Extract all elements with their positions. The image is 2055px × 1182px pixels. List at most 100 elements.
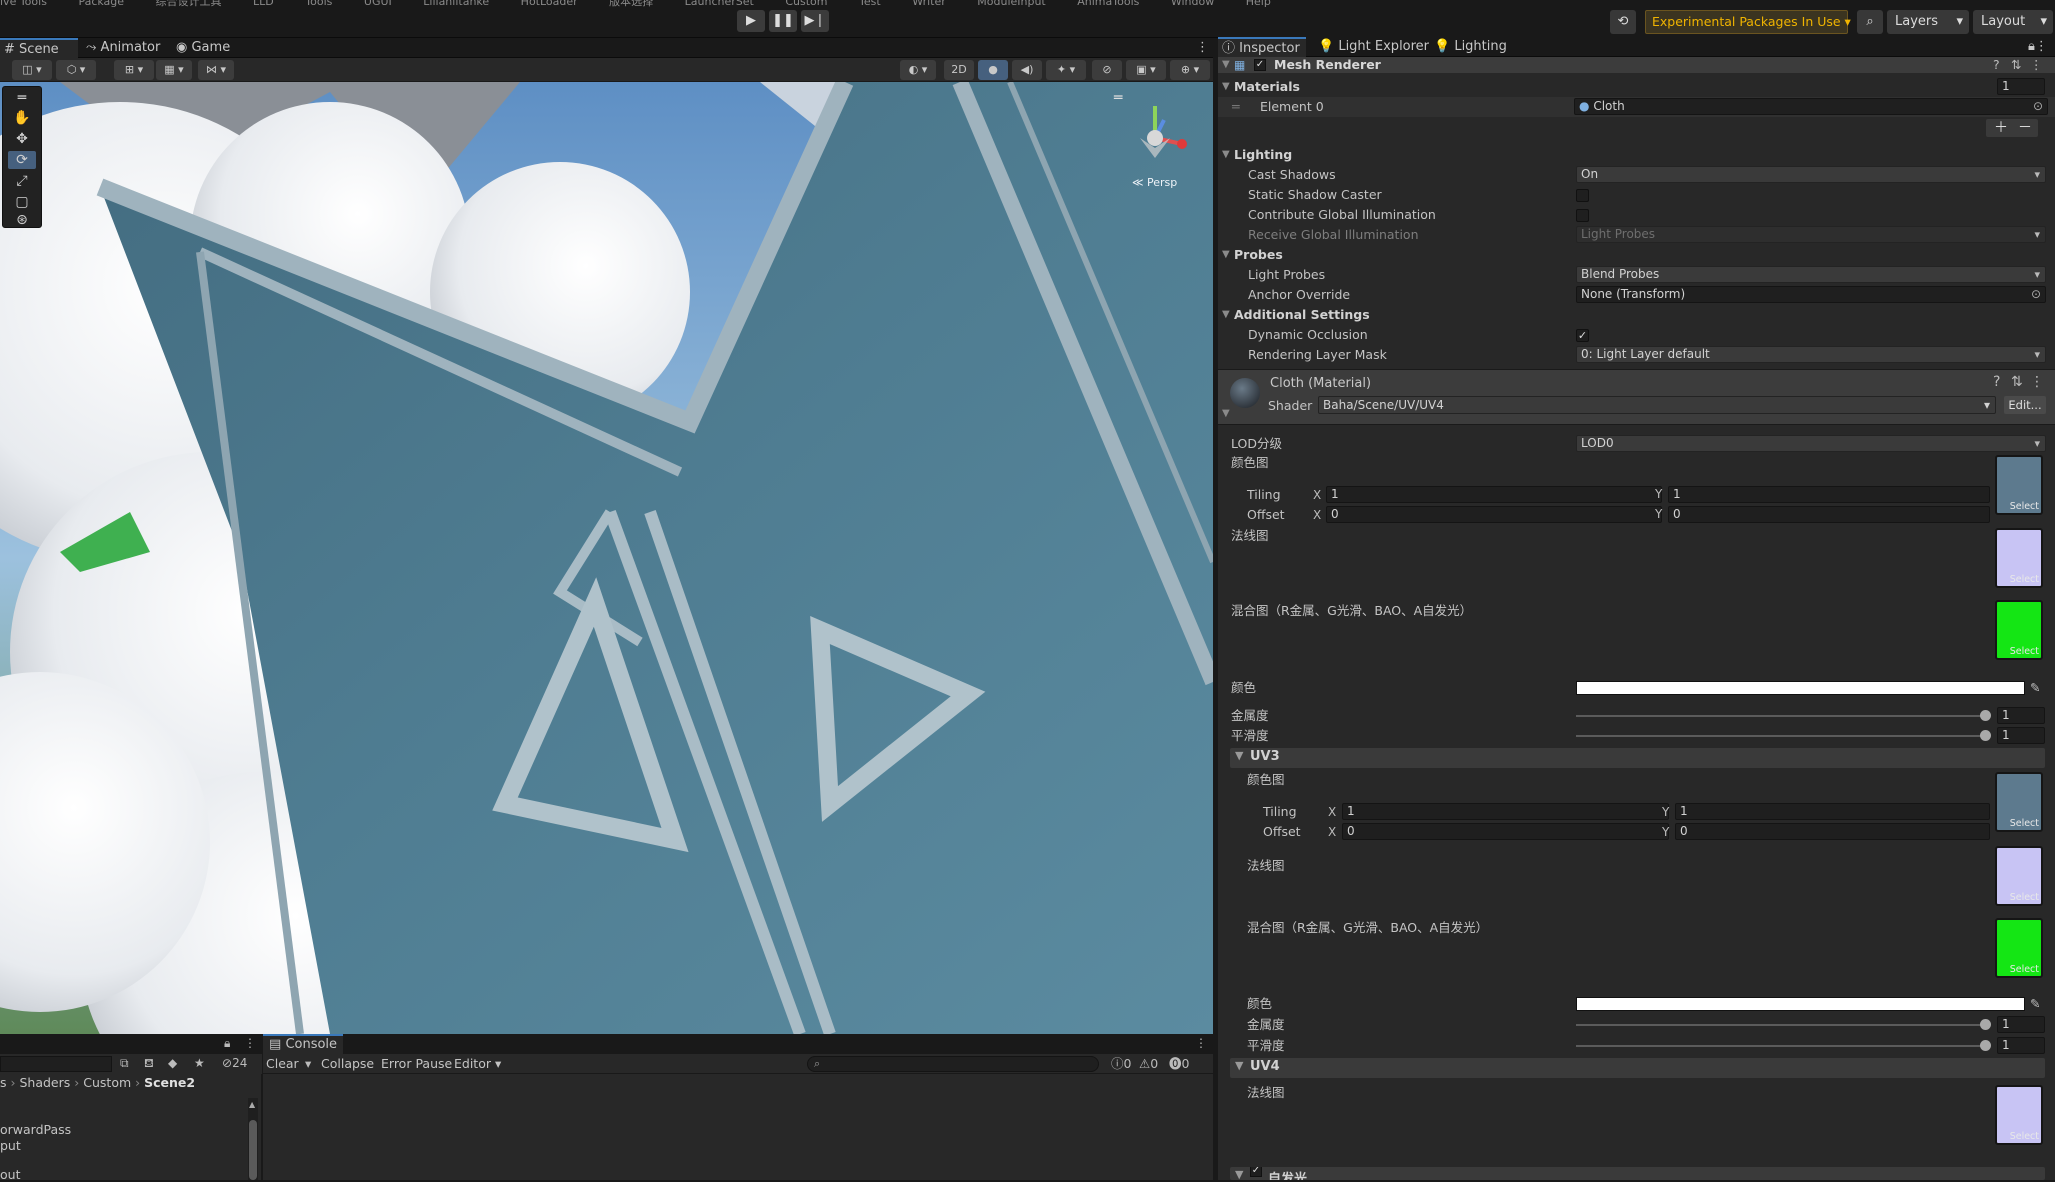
reorder-handle-icon[interactable]: ═ [1232,97,1240,117]
eyedropper-icon[interactable]: ✎ [2030,678,2040,698]
experimental-packages-dropdown[interactable]: Experimental Packages In Use ▾ [1645,10,1851,34]
lock-icon[interactable]: 🔒︎⋮ [2024,37,2054,57]
history-icon[interactable]: ⟲ [1610,10,1636,34]
grid-toggle[interactable]: ▦ ▾ [156,60,192,80]
tiling-x-field[interactable]: 1 [1326,486,1662,503]
menu-item[interactable]: Test [859,0,881,8]
hand-tool-icon[interactable]: ✋ [8,109,36,127]
uv3-section-header[interactable]: ▼ UV3 [1230,748,2045,768]
list-item[interactable]: put [0,1138,21,1153]
foldout-arrow-icon[interactable]: ▼ [1235,1059,1243,1072]
light-probes-dropdown[interactable]: Blend Probes [1576,266,2046,283]
play-button[interactable]: ▶ [737,10,765,32]
uv4-normal-map-texture-slot[interactable]: Select [1995,1085,2043,1145]
add-icon[interactable]: ＋ [1994,119,2008,137]
log-toggle[interactable]: ⓘ0 [1111,1054,1131,1074]
eyedropper-icon[interactable]: ✎ [2030,994,2040,1014]
menu-item[interactable]: Help [1246,0,1271,8]
normal-map-texture-slot[interactable]: Select [1995,528,2043,588]
editor-dropdown[interactable]: Editor ▾ [454,1054,501,1074]
object-picker-icon[interactable]: ⊙ [2033,99,2043,114]
menu-item[interactable]: Tools [305,0,332,8]
list-item[interactable]: orwardPass [0,1122,71,1137]
mix-map-texture-slot[interactable]: Select [1995,600,2043,660]
emission-checkbox[interactable]: ✓ [1250,1167,1262,1177]
scrollbar[interactable]: ▲ [248,1098,258,1180]
more-options-icon[interactable]: ⋮ [1195,1036,1207,1050]
drag-handle-icon[interactable]: ═ [8,89,36,107]
cast-shadows-dropdown[interactable]: On [1576,166,2046,183]
offset-x-field[interactable]: 0 [1326,506,1662,523]
component-menu-icon[interactable]: ⋮ [2030,57,2043,73]
tab-light-explorer[interactable]: 💡 Light Explorer [1314,37,1429,57]
warning-toggle[interactable]: ⚠0 [1139,1054,1158,1074]
mesh-renderer-header[interactable]: ▼ ▦ ✓ Mesh Renderer ? ⇅ ⋮ [1218,57,2055,73]
menu-item[interactable]: UGUI [364,0,392,8]
error-pause-button[interactable]: Error Pause [381,1054,452,1074]
component-menu-icon[interactable]: ⋮ [2030,374,2044,390]
filter-type-icon[interactable]: ⧉ [120,1056,129,1071]
menu-item[interactable]: LauncherSet [685,0,754,8]
foldout-arrow-icon[interactable]: ▼ [1235,1168,1243,1180]
tag-icon[interactable]: ◆ [168,1056,177,1070]
scene-viewport[interactable] [0,82,1213,1034]
rotate-tool-icon[interactable]: ⟳ [8,151,36,169]
smooth-value-field[interactable]: 1 [1997,727,2045,744]
tab-animator[interactable]: ⤳ Animator [82,38,172,58]
shader-edit-button[interactable]: Edit... [2004,396,2046,414]
increment-snap[interactable]: ⋈ ▾ [198,60,234,80]
step-button[interactable]: ▶❘ [801,10,829,32]
uv3-color-swatch[interactable] [1576,997,2025,1011]
additional-settings-section[interactable]: ▼ Additional Settings [1218,305,2055,325]
draw-mode-dropdown[interactable]: ◫ ▾ [12,60,52,80]
lighting-toggle-icon[interactable]: ● [978,60,1008,80]
clear-button[interactable]: Clear [266,1054,299,1074]
menu-item[interactable]: 版本选择 [609,0,653,8]
foldout-arrow-icon[interactable]: ▼ [1222,408,1230,419]
breadcrumb-item[interactable]: Shaders [19,1075,70,1090]
tab-console[interactable]: ▤ Console [263,1034,343,1054]
metal-slider-track[interactable] [1576,715,1986,717]
materials-row[interactable]: ▼ Materials 1 [1218,77,2055,97]
uv3-smooth-value-field[interactable]: 1 [1997,1037,2045,1054]
uv3-offset-y-field[interactable]: 0 [1675,823,1990,840]
uv3-smooth-slider-handle[interactable] [1980,1040,1991,1051]
breadcrumb-item[interactable]: Custom [83,1075,131,1090]
tab-game[interactable]: ◉ Game [172,38,242,58]
menu-item[interactable]: HotLoader [521,0,578,8]
uv4-section-header[interactable]: ▼ UV4 [1230,1058,2045,1078]
material-object-field[interactable]: ● Cloth ⊙ [1574,98,2048,115]
color-swatch[interactable] [1576,681,2025,695]
metal-value-field[interactable]: 1 [1997,707,2045,724]
breadcrumb-item[interactable]: Scene2 [144,1075,195,1090]
filter-label-icon[interactable]: ⛾ [144,1056,154,1072]
contribute-gi-checkbox[interactable] [1576,209,1589,222]
menu-item[interactable]: ModuleInput [977,0,1045,8]
offset-y-field[interactable]: 0 [1668,506,1990,523]
static-shadow-checkbox[interactable] [1576,189,1589,202]
uv3-normal-map-texture-slot[interactable]: Select [1995,846,2043,906]
scale-tool-icon[interactable]: ⤢ [8,172,36,190]
menu-item[interactable]: 综合设计工具 [156,0,222,8]
foldout-arrow-icon[interactable]: ▼ [1222,57,1230,73]
layers-dropdown[interactable]: Layers ▾ [1887,10,1969,34]
project-search-input[interactable] [0,1056,112,1072]
uv3-mix-map-texture-slot[interactable]: Select [1995,918,2043,978]
lock-icon[interactable]: 🔒︎ [224,1036,230,1051]
more-options-icon[interactable]: ⋮ [1192,38,1212,58]
tab-lighting[interactable]: 💡 Lighting [1430,37,1510,57]
menu-item[interactable]: Package [78,0,124,8]
persp-label[interactable]: ≪ Persp [1132,176,1177,189]
camera-settings-dropdown[interactable]: ▣ ▾ [1126,60,1166,80]
foldout-arrow-icon[interactable]: ▼ [1222,305,1230,325]
presets-icon[interactable]: ⇅ [2011,374,2023,390]
foldout-arrow-icon[interactable]: ▼ [1222,245,1230,265]
grid-snap-dropdown[interactable]: ⊞ ▾ [114,60,154,80]
render-mode-dropdown[interactable]: ⬡ ▾ [56,60,96,80]
rendering-layer-dropdown[interactable]: 0: Light Layer default [1576,346,2046,363]
hidden-packages-icon[interactable]: ⊘24 [222,1056,247,1070]
lighting-section[interactable]: ▼ Lighting [1218,145,2055,165]
dynamic-occlusion-checkbox[interactable]: ✓ [1576,329,1589,342]
pause-button[interactable]: ❚❚ [769,10,797,32]
smooth-slider-track[interactable] [1576,735,1986,737]
